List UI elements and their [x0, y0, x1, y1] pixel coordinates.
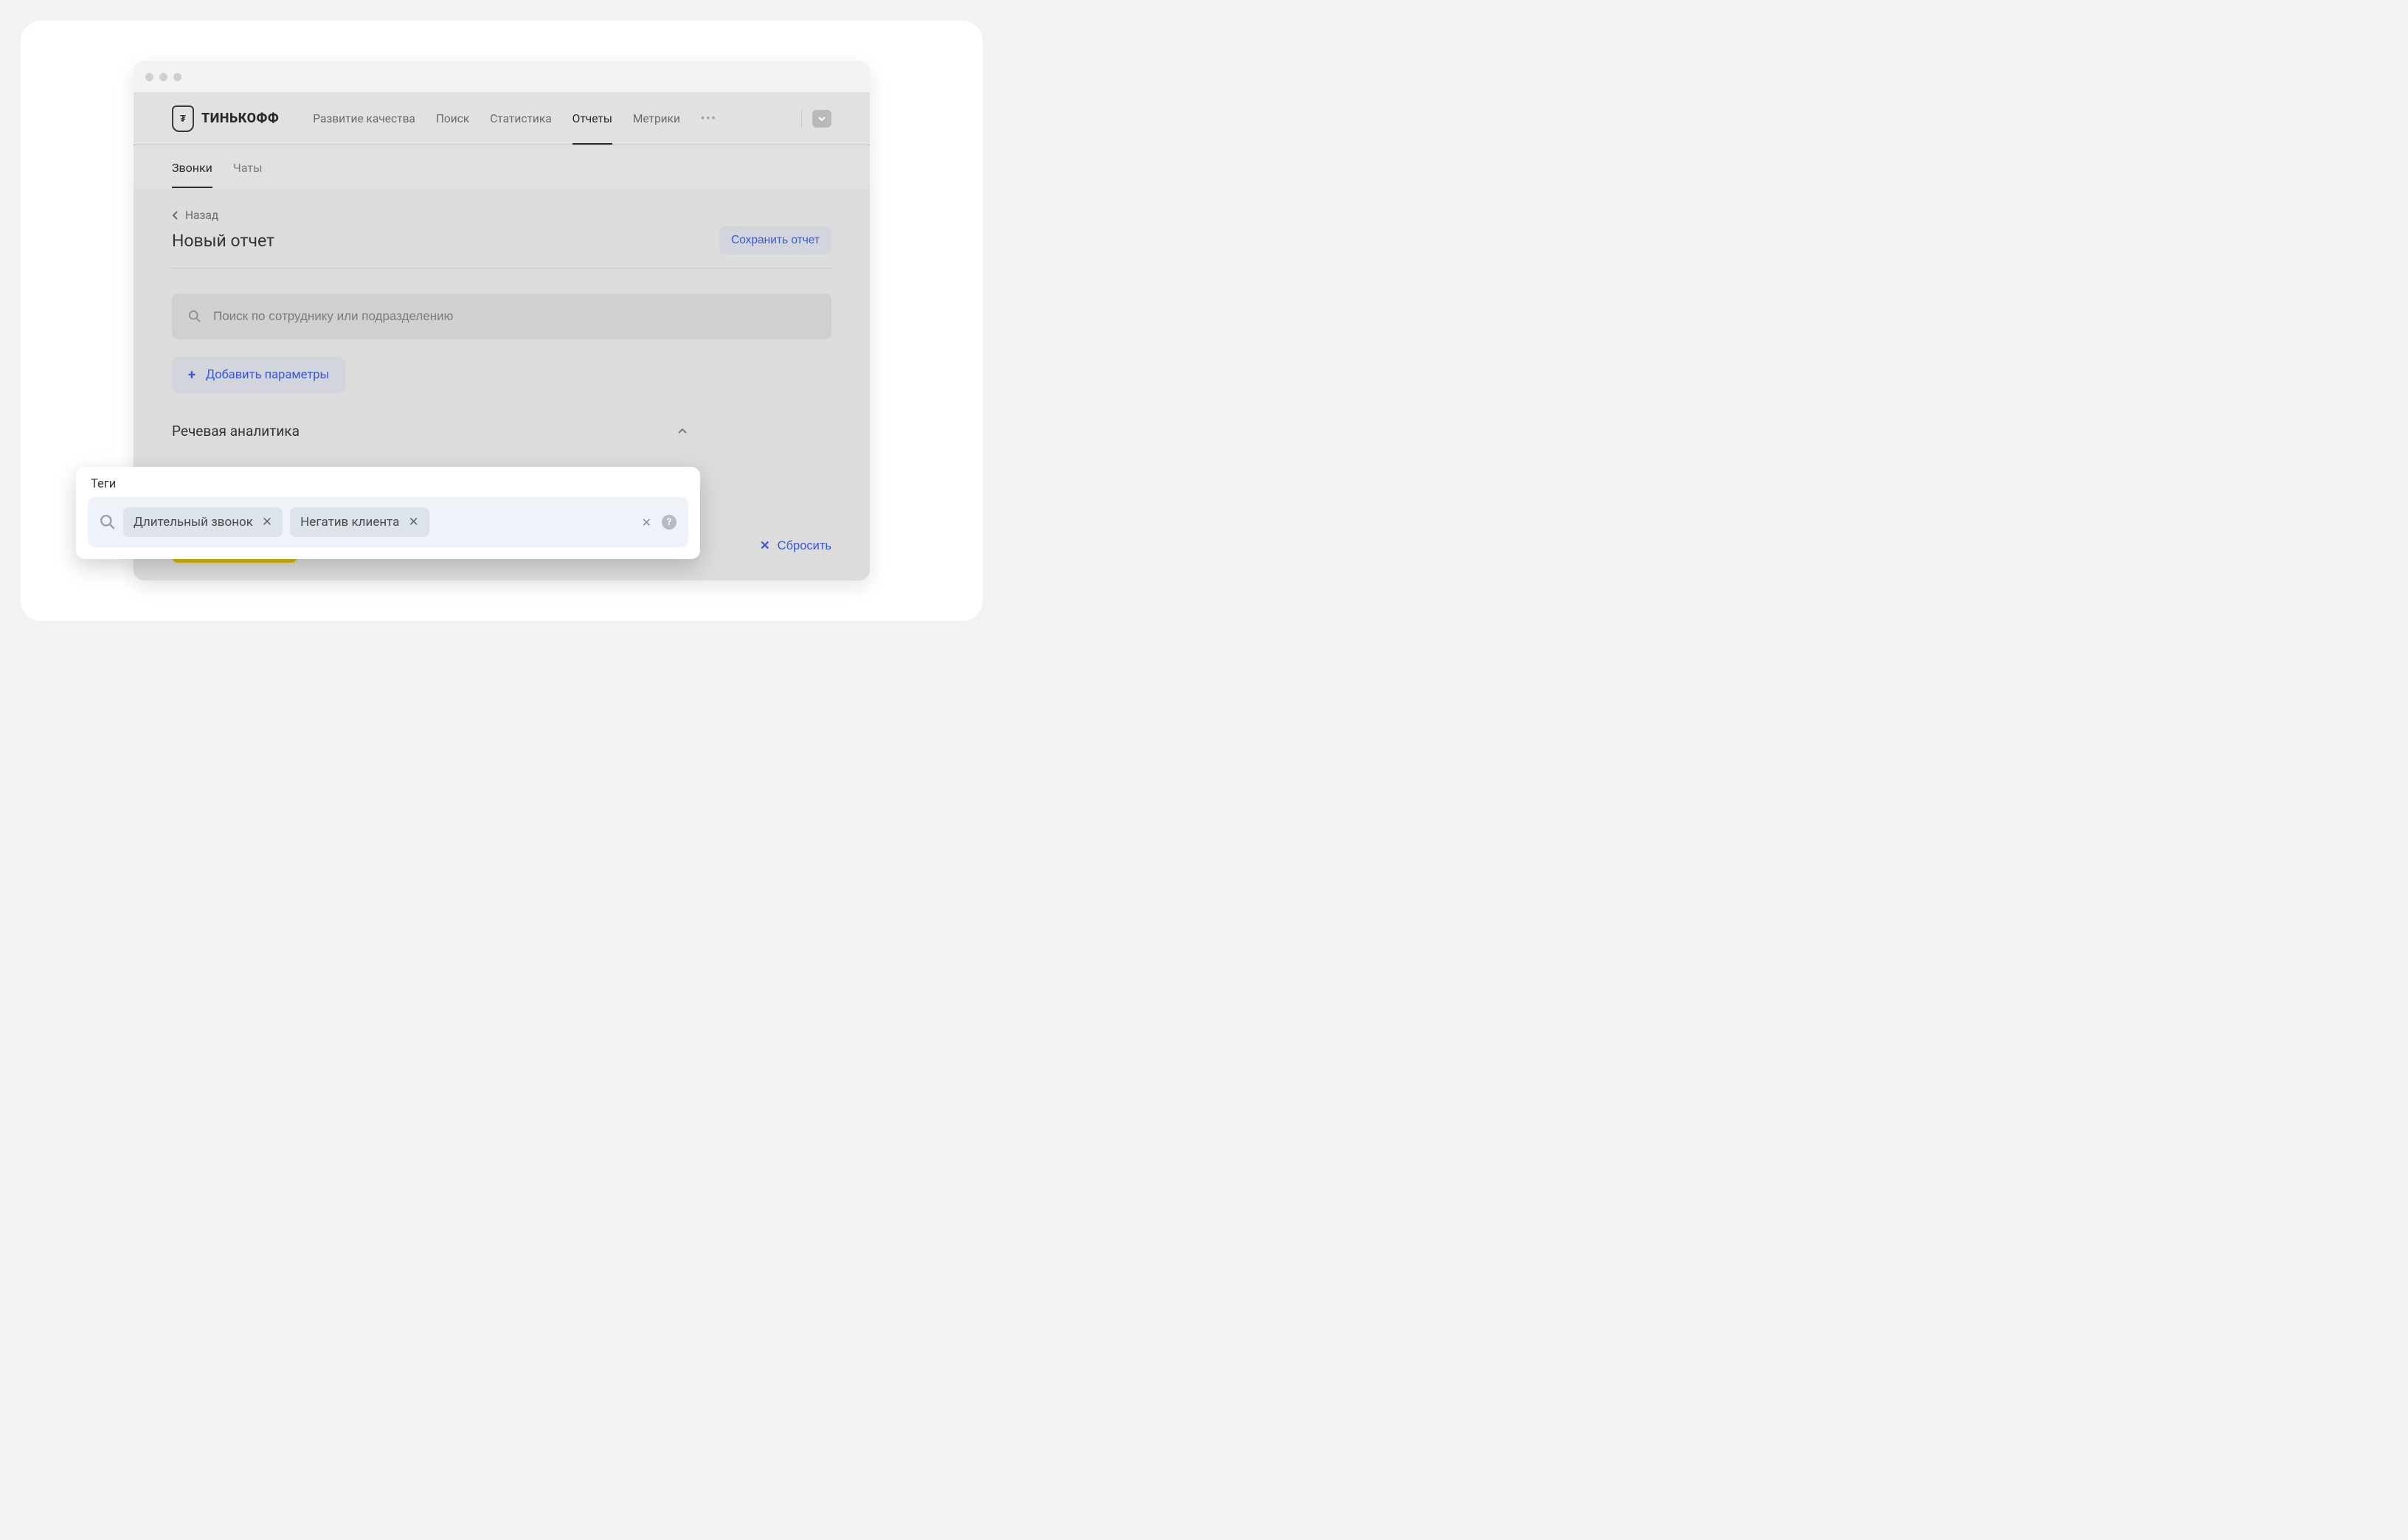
traffic-light-close[interactable]: [145, 73, 153, 81]
tag-chip-label: Негатив клиента: [300, 515, 399, 530]
brand-name: ТИНЬКОФФ: [201, 111, 279, 126]
title-row: Новый отчет Сохранить отчет: [172, 226, 831, 268]
header-dropdown-button[interactable]: [812, 110, 831, 128]
stage: ₮ ТИНЬКОФФ Развитие качества Поиск Стати…: [21, 21, 983, 621]
employee-search[interactable]: [172, 294, 831, 339]
tags-input[interactable]: Длительный звонок ✕ Негатив клиента ✕ ✕ …: [88, 497, 688, 547]
plus-icon: +: [188, 367, 196, 383]
add-parameters-button[interactable]: + Добавить параметры: [172, 357, 345, 393]
traffic-light-zoom[interactable]: [173, 73, 181, 81]
employee-search-input[interactable]: [213, 309, 815, 324]
search-icon: [100, 514, 116, 530]
speech-analytics-title: Речевая аналитика: [172, 423, 300, 440]
nav-stats[interactable]: Статистика: [490, 93, 551, 145]
traffic-light-minimize[interactable]: [159, 73, 167, 81]
header-right: [801, 109, 831, 128]
help-icon[interactable]: ?: [662, 515, 677, 530]
tag-remove-icon[interactable]: ✕: [262, 515, 272, 530]
nav-reports[interactable]: Отчеты: [572, 93, 612, 145]
nav-more-icon[interactable]: •••: [701, 113, 717, 125]
tags-popover: Теги Длительный звонок ✕ Негатив клиента…: [76, 467, 700, 559]
nav-quality[interactable]: Развитие качества: [313, 93, 415, 145]
close-icon: ✕: [760, 538, 770, 553]
speech-analytics-section-header[interactable]: Речевая аналитика: [172, 423, 688, 440]
page-body: Назад Новый отчет Сохранить отчет + Доба…: [134, 188, 870, 506]
shield-icon: ₮: [172, 105, 194, 132]
chevron-up-icon: [677, 426, 688, 437]
back-link[interactable]: Назад: [172, 209, 831, 222]
chevron-down-icon: [817, 114, 826, 123]
chevron-left-icon: [172, 210, 179, 221]
sub-nav: Звонки Чаты: [134, 145, 870, 188]
nav-metrics[interactable]: Метрики: [633, 93, 680, 145]
back-label: Назад: [185, 209, 218, 222]
search-icon: [188, 310, 201, 323]
clear-all-tags-icon[interactable]: ✕: [642, 516, 651, 530]
save-report-button[interactable]: Сохранить отчет: [719, 226, 831, 254]
window-titlebar: [134, 61, 870, 92]
tab-chats[interactable]: Чаты: [233, 161, 263, 188]
tab-calls[interactable]: Звонки: [172, 161, 212, 188]
reset-label: Сбросить: [778, 539, 831, 553]
tag-chip: Негатив клиента ✕: [290, 507, 429, 537]
page-title: Новый отчет: [172, 231, 274, 251]
divider: [801, 109, 802, 128]
tag-chip-label: Длительный звонок: [134, 515, 253, 530]
tag-chip: Длительный звонок ✕: [123, 507, 283, 537]
tags-label: Теги: [91, 477, 688, 491]
main-nav: Развитие качества Поиск Статистика Отчет…: [313, 93, 716, 145]
tag-remove-icon[interactable]: ✕: [408, 515, 418, 530]
reset-button[interactable]: ✕ Сбросить: [760, 538, 831, 553]
add-parameters-label: Добавить параметры: [206, 368, 330, 382]
nav-search[interactable]: Поиск: [436, 93, 469, 145]
app-header: ₮ ТИНЬКОФФ Развитие качества Поиск Стати…: [134, 92, 870, 145]
brand-logo[interactable]: ₮ ТИНЬКОФФ: [172, 105, 279, 132]
